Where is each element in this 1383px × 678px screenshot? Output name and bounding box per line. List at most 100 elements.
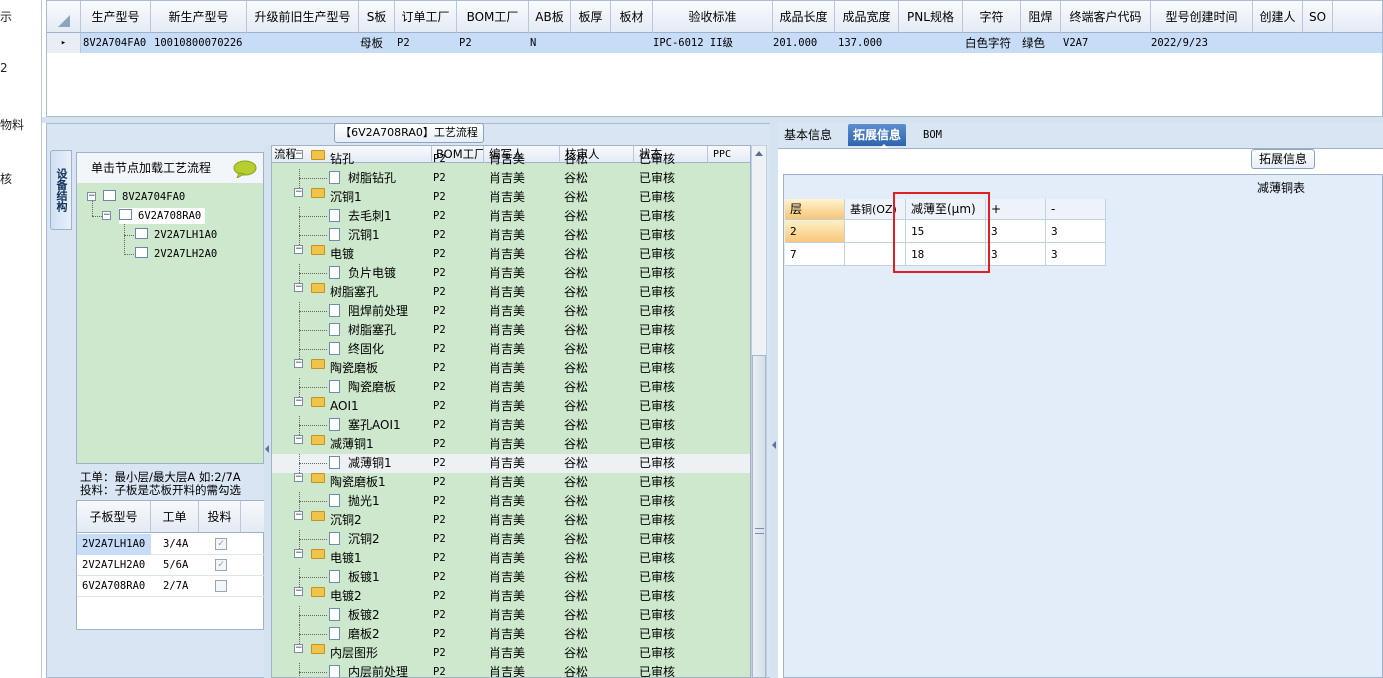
collapse-toggle-icon[interactable]: −	[294, 435, 303, 444]
tree-node[interactable]: 6V2A708RA0	[119, 208, 206, 224]
checkbox-checked[interactable]: ✓	[215, 559, 227, 571]
col-header[interactable]: 板厚	[571, 1, 611, 33]
flow-group-row[interactable]: − 陶瓷磨板 P2 肖吉美 谷松 已审核	[272, 359, 750, 378]
flow-group-row[interactable]: − 沉铜2 P2 肖吉美 谷松 已审核	[272, 511, 750, 530]
collapse-toggle-icon[interactable]: −	[102, 211, 111, 220]
col-header[interactable]: 终端客户代码	[1061, 1, 1151, 33]
col-header[interactable]: BOM工厂	[457, 1, 529, 33]
flow-group-row[interactable]: − 电镀2 P2 肖吉美 谷松 已审核	[272, 587, 750, 606]
col-header[interactable]: 订单工厂	[395, 1, 457, 33]
flow-step-row[interactable]: 沉铜2 P2 肖吉美 谷松 已审核	[272, 530, 750, 549]
collapse-toggle-icon[interactable]: −	[294, 150, 303, 159]
collapse-toggle-icon[interactable]: −	[294, 397, 303, 406]
collapse-toggle-icon[interactable]: −	[294, 283, 303, 292]
col-header[interactable]: 新生产型号	[151, 1, 247, 33]
flow-step-row[interactable]: 板镀2 P2 肖吉美 谷松 已审核	[272, 606, 750, 625]
flow-step-row[interactable]: 内层前处理 P2 肖吉美 谷松 已审核	[272, 663, 750, 677]
row-selector-icon[interactable]: ▸	[47, 33, 81, 53]
cell-sub-model[interactable]: 6V2A708RA0	[77, 576, 145, 597]
col-header[interactable]: 工单	[151, 501, 199, 533]
cell-minus[interactable]: 3	[1046, 243, 1106, 266]
collapse-toggle-icon[interactable]: −	[294, 245, 303, 254]
col-header[interactable]: 投料	[199, 501, 241, 533]
cell-solder-mask[interactable]: 绿色	[1022, 33, 1045, 53]
collapse-toggle-icon[interactable]: −	[294, 511, 303, 520]
collapse-toggle-icon[interactable]: −	[294, 587, 303, 596]
col-header[interactable]: 成品长度	[773, 1, 835, 33]
flow-group-row[interactable]: − 沉铜1 P2 肖吉美 谷松 已审核	[272, 188, 750, 207]
cell-sub-order[interactable]: 2/7A	[163, 576, 188, 597]
collapse-toggle-icon[interactable]: −	[294, 644, 303, 653]
cell-new-model[interactable]: 10010800070226	[154, 33, 243, 53]
flow-group-row[interactable]: − 内层图形 P2 肖吉美 谷松 已审核	[272, 644, 750, 663]
cell-length[interactable]: 201.000	[773, 33, 817, 53]
flow-step-row[interactable]: 陶瓷磨板 P2 肖吉美 谷松 已审核	[272, 378, 750, 397]
flow-group-row[interactable]: − 陶瓷磨板1 P2 肖吉美 谷松 已审核	[272, 473, 750, 492]
cell-created[interactable]: 2022/9/23	[1151, 33, 1208, 53]
flow-step-row[interactable]: 沉铜1 P2 肖吉美 谷松 已审核	[272, 226, 750, 245]
col-header[interactable]: AB板	[529, 1, 571, 33]
cell-standard[interactable]: IPC-6012 II级	[653, 33, 733, 53]
flow-step-row[interactable]: 树脂塞孔 P2 肖吉美 谷松 已审核	[272, 321, 750, 340]
flow-step-row[interactable]: 去毛刺1 P2 肖吉美 谷松 已审核	[272, 207, 750, 226]
side-tab-structure[interactable]: 设备结构	[50, 150, 72, 230]
flow-step-row[interactable]: 塞孔AOI1 P2 肖吉美 谷松 已审核	[272, 416, 750, 435]
flow-step-row[interactable]: 抛光1 P2 肖吉美 谷松 已审核	[272, 492, 750, 511]
cell-order-factory[interactable]: P2	[397, 33, 410, 53]
collapse-toggle-icon[interactable]: −	[294, 359, 303, 368]
table-row[interactable]: 6V2A708RA0 2/7A	[77, 576, 265, 597]
flow-group-row[interactable]: − 树脂塞孔 P2 肖吉美 谷松 已审核	[272, 283, 750, 302]
collapse-toggle-icon[interactable]: −	[294, 473, 303, 482]
col-header[interactable]: 升级前旧生产型号	[247, 1, 359, 33]
cell-model[interactable]: 8V2A704FA0	[83, 33, 146, 53]
vertical-splitter[interactable]	[264, 145, 271, 678]
scroll-up-icon[interactable]	[755, 151, 763, 156]
table-row[interactable]: ▸ 8V2A704FA0 10010800070226 母板 P2 P2 N I…	[47, 33, 1382, 53]
col-header[interactable]: PNL规格	[899, 1, 963, 33]
col-header[interactable]: 字符	[963, 1, 1021, 33]
flow-step-row[interactable]: 阻焊前处理 P2 肖吉美 谷松 已审核	[272, 302, 750, 321]
tab-bom[interactable]: BOM	[918, 124, 947, 146]
col-header[interactable]: 板材	[611, 1, 653, 33]
col-header[interactable]: 创建人	[1253, 1, 1303, 33]
tab-extended-info[interactable]: 拓展信息	[848, 124, 907, 146]
scroll-thumb[interactable]	[752, 355, 766, 678]
cell-plus[interactable]: 3	[986, 220, 1046, 243]
cell-board-type[interactable]: 母板	[360, 33, 383, 53]
col-header[interactable]: 成品宽度	[835, 1, 899, 33]
flow-step-row[interactable]: 板镀1 P2 肖吉美 谷松 已审核	[272, 568, 750, 587]
col-header[interactable]: 阻焊	[1021, 1, 1061, 33]
cell-bom-factory[interactable]: P2	[459, 33, 472, 53]
col-header[interactable]: 生产型号	[81, 1, 151, 33]
flow-group-row[interactable]: − AOI1 P2 肖吉美 谷松 已审核	[272, 397, 750, 416]
checkbox-checked[interactable]: ✓	[215, 538, 227, 550]
cell-sub-model[interactable]: 2V2A7LH2A0	[77, 555, 145, 576]
table-row[interactable]: 2V2A7LH2A0 5/6A ✓	[77, 555, 265, 576]
col-header[interactable]: S板	[359, 1, 395, 33]
collapse-toggle-icon[interactable]: −	[294, 188, 303, 197]
col-header-minus[interactable]: -	[1046, 199, 1106, 220]
collapse-arrow-icon[interactable]	[265, 445, 269, 453]
flow-step-row[interactable]: 树脂钻孔 P2 肖吉美 谷松 已审核	[272, 169, 750, 188]
cell-ab-board[interactable]: N	[530, 33, 536, 53]
cell-minus[interactable]: 3	[1046, 220, 1106, 243]
col-header[interactable]: 型号创建时间	[1151, 1, 1253, 33]
cell-character[interactable]: 白色字符	[965, 33, 1011, 53]
flow-step-row[interactable]: 负片电镀 P2 肖吉美 谷松 已审核	[272, 264, 750, 283]
cell-sub-order[interactable]: 5/6A	[163, 555, 188, 576]
flow-step-row[interactable]: 终固化 P2 肖吉美 谷松 已审核	[272, 340, 750, 359]
tree-node[interactable]: 2V2A7LH2A0	[135, 246, 217, 262]
cell-sub-order[interactable]: 3/4A	[163, 534, 188, 555]
cell-width[interactable]: 137.000	[838, 33, 882, 53]
collapse-arrow-icon[interactable]	[772, 441, 776, 449]
tree-node[interactable]: 2V2A7LH1A0	[135, 227, 217, 243]
col-header[interactable]: SO	[1303, 1, 1333, 33]
tab-basic-info[interactable]: 基本信息	[779, 124, 837, 146]
col-header-plus[interactable]: +	[986, 199, 1046, 220]
flow-group-row[interactable]: − 减薄铜1 P2 肖吉美 谷松 已审核	[272, 435, 750, 454]
vertical-splitter[interactable]	[770, 123, 778, 678]
col-header-layer[interactable]: 层	[785, 199, 845, 220]
cell-customer-code[interactable]: V2A7	[1063, 33, 1088, 53]
table-row[interactable]: 2V2A7LH1A0 3/4A ✓	[77, 534, 265, 555]
tree-node[interactable]: 8V2A704FA0	[103, 189, 185, 205]
